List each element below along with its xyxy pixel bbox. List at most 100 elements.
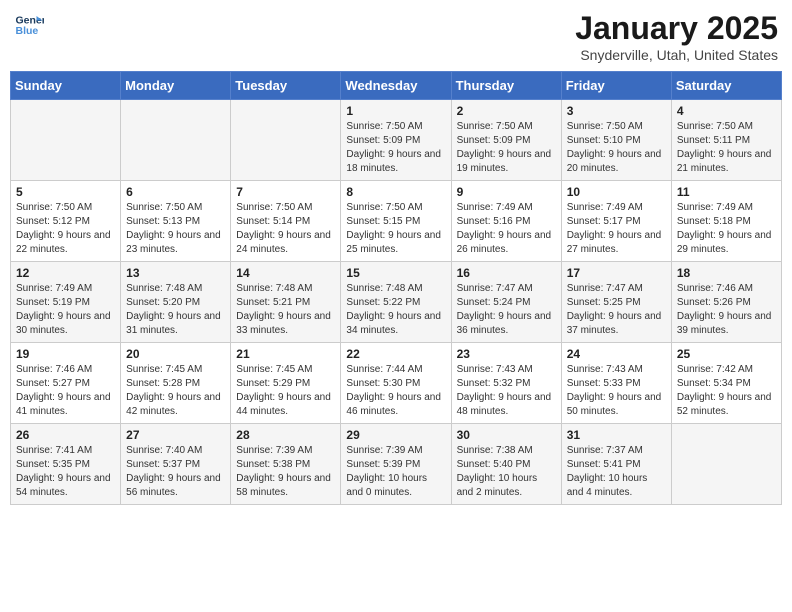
calendar-cell: 13 Sunrise: 7:48 AMSunset: 5:20 PMDaylig…	[121, 262, 231, 343]
day-info: Sunrise: 7:42 AMSunset: 5:34 PMDaylight:…	[677, 363, 776, 419]
day-number: 27	[126, 428, 225, 442]
day-number: 29	[346, 428, 445, 442]
day-info: Sunrise: 7:48 AMSunset: 5:20 PMDaylight:…	[126, 282, 225, 338]
day-info: Sunrise: 7:39 AMSunset: 5:38 PMDaylight:…	[236, 444, 335, 500]
day-number: 30	[457, 428, 556, 442]
calendar-cell: 15 Sunrise: 7:48 AMSunset: 5:22 PMDaylig…	[341, 262, 451, 343]
day-number: 10	[567, 185, 666, 199]
calendar-cell: 9 Sunrise: 7:49 AMSunset: 5:16 PMDayligh…	[451, 181, 561, 262]
calendar-cell: 8 Sunrise: 7:50 AMSunset: 5:15 PMDayligh…	[341, 181, 451, 262]
title-block: January 2025 Snyderville, Utah, United S…	[575, 10, 778, 63]
calendar-week-row: 19 Sunrise: 7:46 AMSunset: 5:27 PMDaylig…	[11, 343, 782, 424]
calendar-cell: 20 Sunrise: 7:45 AMSunset: 5:28 PMDaylig…	[121, 343, 231, 424]
day-number: 1	[346, 104, 445, 118]
day-number: 22	[346, 347, 445, 361]
day-number: 19	[16, 347, 115, 361]
day-number: 23	[457, 347, 556, 361]
day-info: Sunrise: 7:50 AMSunset: 5:09 PMDaylight:…	[457, 120, 556, 176]
calendar-cell: 11 Sunrise: 7:49 AMSunset: 5:18 PMDaylig…	[671, 181, 781, 262]
day-number: 14	[236, 266, 335, 280]
day-number: 21	[236, 347, 335, 361]
calendar-cell: 1 Sunrise: 7:50 AMSunset: 5:09 PMDayligh…	[341, 100, 451, 181]
logo-icon: General Blue	[14, 10, 44, 40]
calendar-week-row: 5 Sunrise: 7:50 AMSunset: 5:12 PMDayligh…	[11, 181, 782, 262]
calendar-cell: 12 Sunrise: 7:49 AMSunset: 5:19 PMDaylig…	[11, 262, 121, 343]
calendar-cell	[671, 424, 781, 505]
calendar-cell: 24 Sunrise: 7:43 AMSunset: 5:33 PMDaylig…	[561, 343, 671, 424]
day-number: 8	[346, 185, 445, 199]
day-number: 4	[677, 104, 776, 118]
calendar-cell: 16 Sunrise: 7:47 AMSunset: 5:24 PMDaylig…	[451, 262, 561, 343]
day-info: Sunrise: 7:50 AMSunset: 5:12 PMDaylight:…	[16, 201, 115, 257]
day-number: 2	[457, 104, 556, 118]
day-info: Sunrise: 7:45 AMSunset: 5:28 PMDaylight:…	[126, 363, 225, 419]
calendar-cell: 18 Sunrise: 7:46 AMSunset: 5:26 PMDaylig…	[671, 262, 781, 343]
calendar-cell: 25 Sunrise: 7:42 AMSunset: 5:34 PMDaylig…	[671, 343, 781, 424]
calendar-cell: 17 Sunrise: 7:47 AMSunset: 5:25 PMDaylig…	[561, 262, 671, 343]
day-info: Sunrise: 7:49 AMSunset: 5:16 PMDaylight:…	[457, 201, 556, 257]
calendar-cell: 4 Sunrise: 7:50 AMSunset: 5:11 PMDayligh…	[671, 100, 781, 181]
weekday-header-saturday: Saturday	[671, 72, 781, 100]
day-info: Sunrise: 7:48 AMSunset: 5:21 PMDaylight:…	[236, 282, 335, 338]
day-number: 20	[126, 347, 225, 361]
day-info: Sunrise: 7:50 AMSunset: 5:13 PMDaylight:…	[126, 201, 225, 257]
day-number: 5	[16, 185, 115, 199]
day-info: Sunrise: 7:41 AMSunset: 5:35 PMDaylight:…	[16, 444, 115, 500]
day-info: Sunrise: 7:43 AMSunset: 5:32 PMDaylight:…	[457, 363, 556, 419]
calendar-cell: 19 Sunrise: 7:46 AMSunset: 5:27 PMDaylig…	[11, 343, 121, 424]
day-number: 31	[567, 428, 666, 442]
calendar-cell: 7 Sunrise: 7:50 AMSunset: 5:14 PMDayligh…	[231, 181, 341, 262]
day-number: 28	[236, 428, 335, 442]
weekday-header-sunday: Sunday	[11, 72, 121, 100]
day-info: Sunrise: 7:50 AMSunset: 5:15 PMDaylight:…	[346, 201, 445, 257]
day-info: Sunrise: 7:37 AMSunset: 5:41 PMDaylight:…	[567, 444, 666, 500]
day-info: Sunrise: 7:50 AMSunset: 5:11 PMDaylight:…	[677, 120, 776, 176]
day-number: 15	[346, 266, 445, 280]
calendar-cell	[121, 100, 231, 181]
day-info: Sunrise: 7:49 AMSunset: 5:19 PMDaylight:…	[16, 282, 115, 338]
day-info: Sunrise: 7:43 AMSunset: 5:33 PMDaylight:…	[567, 363, 666, 419]
page-header: General Blue January 2025 Snyderville, U…	[10, 10, 782, 63]
calendar-cell: 26 Sunrise: 7:41 AMSunset: 5:35 PMDaylig…	[11, 424, 121, 505]
calendar-cell: 30 Sunrise: 7:38 AMSunset: 5:40 PMDaylig…	[451, 424, 561, 505]
day-number: 24	[567, 347, 666, 361]
day-number: 26	[16, 428, 115, 442]
day-number: 18	[677, 266, 776, 280]
day-info: Sunrise: 7:48 AMSunset: 5:22 PMDaylight:…	[346, 282, 445, 338]
day-info: Sunrise: 7:50 AMSunset: 5:14 PMDaylight:…	[236, 201, 335, 257]
calendar-week-row: 1 Sunrise: 7:50 AMSunset: 5:09 PMDayligh…	[11, 100, 782, 181]
day-info: Sunrise: 7:47 AMSunset: 5:24 PMDaylight:…	[457, 282, 556, 338]
calendar-cell: 22 Sunrise: 7:44 AMSunset: 5:30 PMDaylig…	[341, 343, 451, 424]
calendar-cell: 6 Sunrise: 7:50 AMSunset: 5:13 PMDayligh…	[121, 181, 231, 262]
day-number: 25	[677, 347, 776, 361]
day-info: Sunrise: 7:46 AMSunset: 5:26 PMDaylight:…	[677, 282, 776, 338]
calendar-cell: 21 Sunrise: 7:45 AMSunset: 5:29 PMDaylig…	[231, 343, 341, 424]
calendar-cell: 2 Sunrise: 7:50 AMSunset: 5:09 PMDayligh…	[451, 100, 561, 181]
day-number: 11	[677, 185, 776, 199]
calendar-cell: 23 Sunrise: 7:43 AMSunset: 5:32 PMDaylig…	[451, 343, 561, 424]
weekday-header-friday: Friday	[561, 72, 671, 100]
location-subtitle: Snyderville, Utah, United States	[575, 47, 778, 63]
day-number: 3	[567, 104, 666, 118]
weekday-header-thursday: Thursday	[451, 72, 561, 100]
calendar-week-row: 26 Sunrise: 7:41 AMSunset: 5:35 PMDaylig…	[11, 424, 782, 505]
calendar-cell: 3 Sunrise: 7:50 AMSunset: 5:10 PMDayligh…	[561, 100, 671, 181]
day-number: 9	[457, 185, 556, 199]
day-number: 6	[126, 185, 225, 199]
day-info: Sunrise: 7:49 AMSunset: 5:18 PMDaylight:…	[677, 201, 776, 257]
calendar-week-row: 12 Sunrise: 7:49 AMSunset: 5:19 PMDaylig…	[11, 262, 782, 343]
day-number: 12	[16, 266, 115, 280]
day-info: Sunrise: 7:44 AMSunset: 5:30 PMDaylight:…	[346, 363, 445, 419]
month-title: January 2025	[575, 10, 778, 47]
day-info: Sunrise: 7:39 AMSunset: 5:39 PMDaylight:…	[346, 444, 445, 500]
calendar-cell: 31 Sunrise: 7:37 AMSunset: 5:41 PMDaylig…	[561, 424, 671, 505]
calendar-cell	[11, 100, 121, 181]
day-info: Sunrise: 7:45 AMSunset: 5:29 PMDaylight:…	[236, 363, 335, 419]
day-number: 17	[567, 266, 666, 280]
weekday-header-row: SundayMondayTuesdayWednesdayThursdayFrid…	[11, 72, 782, 100]
day-info: Sunrise: 7:47 AMSunset: 5:25 PMDaylight:…	[567, 282, 666, 338]
weekday-header-tuesday: Tuesday	[231, 72, 341, 100]
calendar-cell: 5 Sunrise: 7:50 AMSunset: 5:12 PMDayligh…	[11, 181, 121, 262]
calendar-cell: 28 Sunrise: 7:39 AMSunset: 5:38 PMDaylig…	[231, 424, 341, 505]
day-info: Sunrise: 7:50 AMSunset: 5:09 PMDaylight:…	[346, 120, 445, 176]
